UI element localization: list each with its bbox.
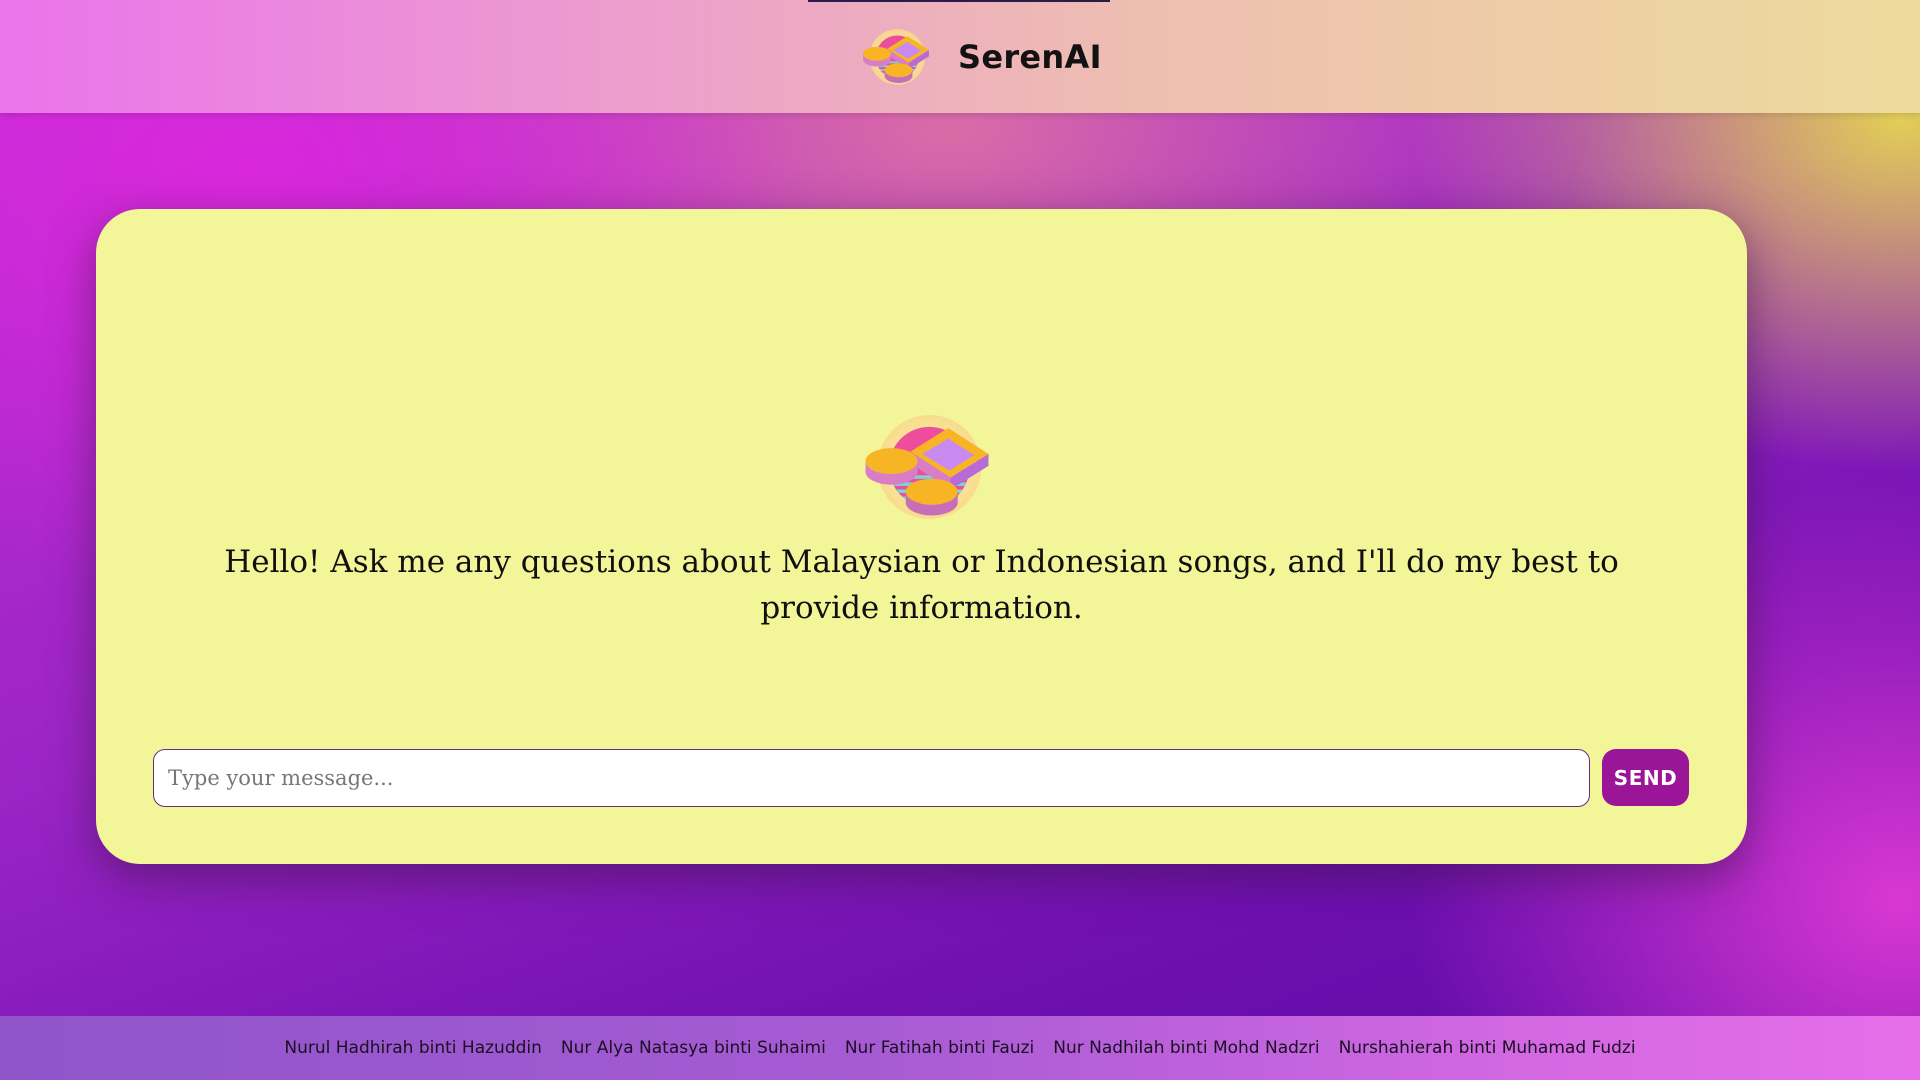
chat-card: Hello! Ask me any questions about Malays… xyxy=(96,209,1747,864)
footer-member-name: Nurshahierah binti Muhamad Fudzi xyxy=(1338,1038,1636,1058)
footer-member-name: Nur Nadhilah binti Mohd Nadzri xyxy=(1053,1038,1320,1058)
brand[interactable]: SerenAI xyxy=(858,22,1102,92)
footer-member-name: Nur Alya Natasya binti Suhaimi xyxy=(560,1038,826,1058)
send-button[interactable]: SEND xyxy=(1602,749,1689,806)
credits-footer: Nurul Hadhirah binti Hazuddin Nur Alya N… xyxy=(0,1016,1920,1080)
footer-member-name: Nur Fatihah binti Fauzi xyxy=(844,1038,1035,1058)
music-note-hero-icon xyxy=(865,415,989,519)
app-name: SerenAI xyxy=(958,38,1102,76)
footer-member-name: Nurul Hadhirah binti Hazuddin xyxy=(284,1038,542,1058)
message-input-wrapper xyxy=(153,749,1590,807)
greeting-message: Hello! Ask me any questions about Malays… xyxy=(224,544,1619,626)
message-input[interactable] xyxy=(154,750,1589,806)
top-strip xyxy=(808,0,1110,2)
music-note-logo-icon xyxy=(863,29,929,85)
app-header: SerenAI xyxy=(0,0,1920,113)
